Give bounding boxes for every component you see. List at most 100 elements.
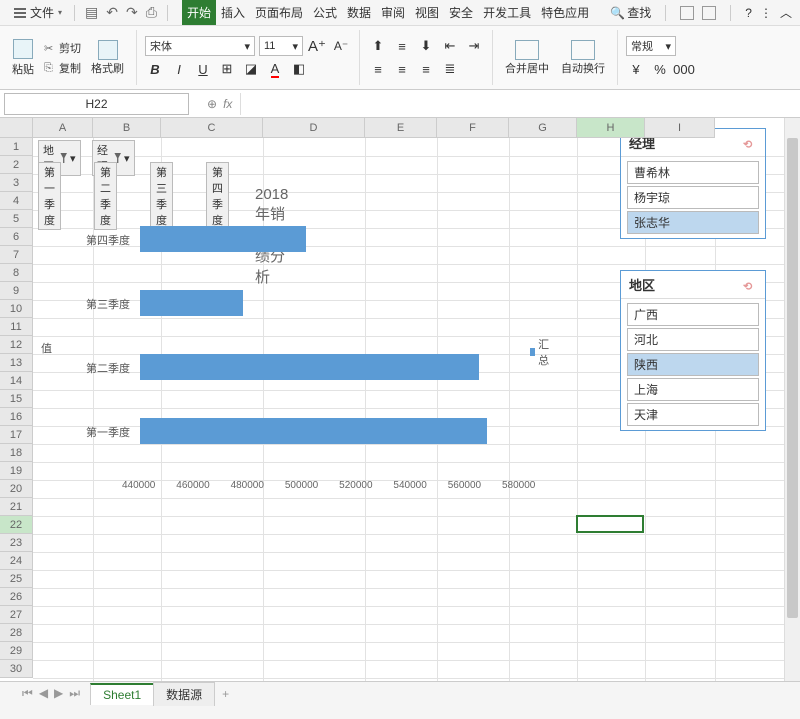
tab-review[interactable]: 审阅	[376, 0, 410, 25]
increase-font-icon[interactable]: A⁺	[307, 36, 327, 56]
column-header-A[interactable]: A	[33, 118, 93, 138]
slicer-item[interactable]: 陕西	[627, 353, 759, 376]
align-right-icon[interactable]: ≡	[416, 59, 436, 79]
column-header-F[interactable]: F	[437, 118, 509, 138]
share-icon[interactable]	[680, 6, 694, 20]
column-header-G[interactable]: G	[509, 118, 577, 138]
align-middle-icon[interactable]: ≡	[392, 36, 412, 56]
row-header-3[interactable]: 3	[0, 174, 33, 192]
box-icon[interactable]	[702, 6, 716, 20]
row-header-8[interactable]: 8	[0, 264, 33, 282]
save-icon[interactable]: ▤	[81, 2, 102, 23]
row-header-12[interactable]: 12	[0, 336, 33, 354]
more-icon[interactable]: ⋮	[760, 6, 772, 20]
sheet-tab-1[interactable]: Sheet1	[90, 683, 154, 705]
highlight-button[interactable]: ◧	[289, 59, 309, 79]
search-button[interactable]: 🔍 查找	[610, 4, 651, 21]
tab-insert[interactable]: 插入	[216, 0, 250, 25]
row-header-6[interactable]: 6	[0, 228, 33, 246]
align-center-icon[interactable]: ≡	[392, 59, 412, 79]
row-header-9[interactable]: 9	[0, 282, 33, 300]
indent-increase-icon[interactable]: ⇥	[464, 36, 484, 56]
row-header-25[interactable]: 25	[0, 570, 33, 588]
row-header-17[interactable]: 17	[0, 426, 33, 444]
row-header-19[interactable]: 19	[0, 462, 33, 480]
tab-security[interactable]: 安全	[444, 0, 478, 25]
row-header-1[interactable]: 1	[0, 138, 33, 156]
cut-button[interactable]: 剪切	[42, 39, 83, 57]
align-top-icon[interactable]: ⬆	[368, 36, 388, 56]
row-header-21[interactable]: 21	[0, 498, 33, 516]
slicer-region[interactable]: 地区 广西河北陕西上海天津	[620, 270, 766, 431]
row-header-15[interactable]: 15	[0, 390, 33, 408]
currency-icon[interactable]: ¥	[626, 59, 646, 79]
selected-cell[interactable]	[576, 515, 644, 533]
indent-decrease-icon[interactable]: ⇤	[440, 36, 460, 56]
tab-view[interactable]: 视图	[410, 0, 444, 25]
slicer-item[interactable]: 天津	[627, 403, 759, 426]
tab-special[interactable]: 特色应用	[536, 0, 594, 25]
add-sheet-button[interactable]: +	[214, 684, 237, 704]
slicer-item[interactable]: 曹希林	[627, 161, 759, 184]
sheet-nav-last[interactable]: ⏭	[67, 686, 82, 701]
row-header-23[interactable]: 23	[0, 534, 33, 552]
print-icon[interactable]: ⎙	[142, 2, 161, 23]
scroll-thumb[interactable]	[787, 138, 798, 618]
fill-color-button[interactable]: ◪	[241, 59, 261, 79]
file-menu-button[interactable]: 文件 ▾	[8, 2, 68, 23]
row-header-13[interactable]: 13	[0, 354, 33, 372]
slicer-manager[interactable]: 经理 曹希林杨宇琼张志华	[620, 128, 766, 239]
name-box[interactable]: H22	[4, 93, 189, 115]
row-header-27[interactable]: 27	[0, 606, 33, 624]
tab-data[interactable]: 数据	[342, 0, 376, 25]
chart[interactable]: 第四季度第三季度第二季度第一季度440000460000480000500000…	[60, 208, 540, 498]
slicer-item[interactable]: 杨宇琼	[627, 186, 759, 209]
format-painter-button[interactable]: 格式刷	[87, 38, 128, 78]
row-header-7[interactable]: 7	[0, 246, 33, 264]
align-justify-icon[interactable]: ≣	[440, 59, 460, 79]
row-header-4[interactable]: 4	[0, 192, 33, 210]
tab-start[interactable]: 开始	[182, 0, 216, 25]
row-header-11[interactable]: 11	[0, 318, 33, 336]
row-header-30[interactable]: 30	[0, 660, 33, 678]
tab-page-layout[interactable]: 页面布局	[250, 0, 308, 25]
slicer-item[interactable]: 张志华	[627, 211, 759, 234]
percent-icon[interactable]: %	[650, 59, 670, 79]
align-bottom-icon[interactable]: ⬇	[416, 36, 436, 56]
bold-button[interactable]: B	[145, 59, 165, 79]
column-header-D[interactable]: D	[263, 118, 365, 138]
copy-button[interactable]: 复制	[42, 59, 83, 77]
font-size-select[interactable]: 11▾	[259, 36, 303, 56]
merge-center-button[interactable]: 合并居中	[501, 38, 553, 78]
undo-icon[interactable]: ↶	[102, 2, 122, 23]
select-all-corner[interactable]	[0, 118, 33, 138]
help-icon[interactable]: ?	[745, 6, 752, 20]
fx-icon[interactable]: fx	[223, 97, 232, 111]
font-name-select[interactable]: 宋体▾	[145, 36, 255, 56]
row-header-18[interactable]: 18	[0, 444, 33, 462]
underline-button[interactable]: U	[193, 59, 213, 79]
tab-formulas[interactable]: 公式	[308, 0, 342, 25]
row-header-24[interactable]: 24	[0, 552, 33, 570]
row-header-22[interactable]: 22	[0, 516, 33, 534]
column-header-E[interactable]: E	[365, 118, 437, 138]
redo-icon[interactable]: ↷	[122, 2, 142, 23]
row-header-20[interactable]: 20	[0, 480, 33, 498]
row-header-10[interactable]: 10	[0, 300, 33, 318]
font-color-button[interactable]: A	[265, 59, 285, 79]
row-header-5[interactable]: 5	[0, 210, 33, 228]
column-header-I[interactable]: I	[645, 118, 715, 138]
sheet-nav-first[interactable]: ⏮	[20, 686, 35, 701]
row-header-16[interactable]: 16	[0, 408, 33, 426]
zoom-icon[interactable]: ⊕	[207, 97, 217, 111]
clear-filter-icon[interactable]	[743, 278, 757, 292]
column-header-B[interactable]: B	[93, 118, 161, 138]
italic-button[interactable]: I	[169, 59, 189, 79]
border-button[interactable]	[217, 59, 237, 79]
sheet-nav-next[interactable]: ▶	[52, 686, 65, 701]
row-header-2[interactable]: 2	[0, 156, 33, 174]
column-header-C[interactable]: C	[161, 118, 263, 138]
comma-icon[interactable]: 000	[674, 59, 694, 79]
sheet-nav-prev[interactable]: ◀	[37, 686, 50, 701]
tab-developer[interactable]: 开发工具	[478, 0, 536, 25]
